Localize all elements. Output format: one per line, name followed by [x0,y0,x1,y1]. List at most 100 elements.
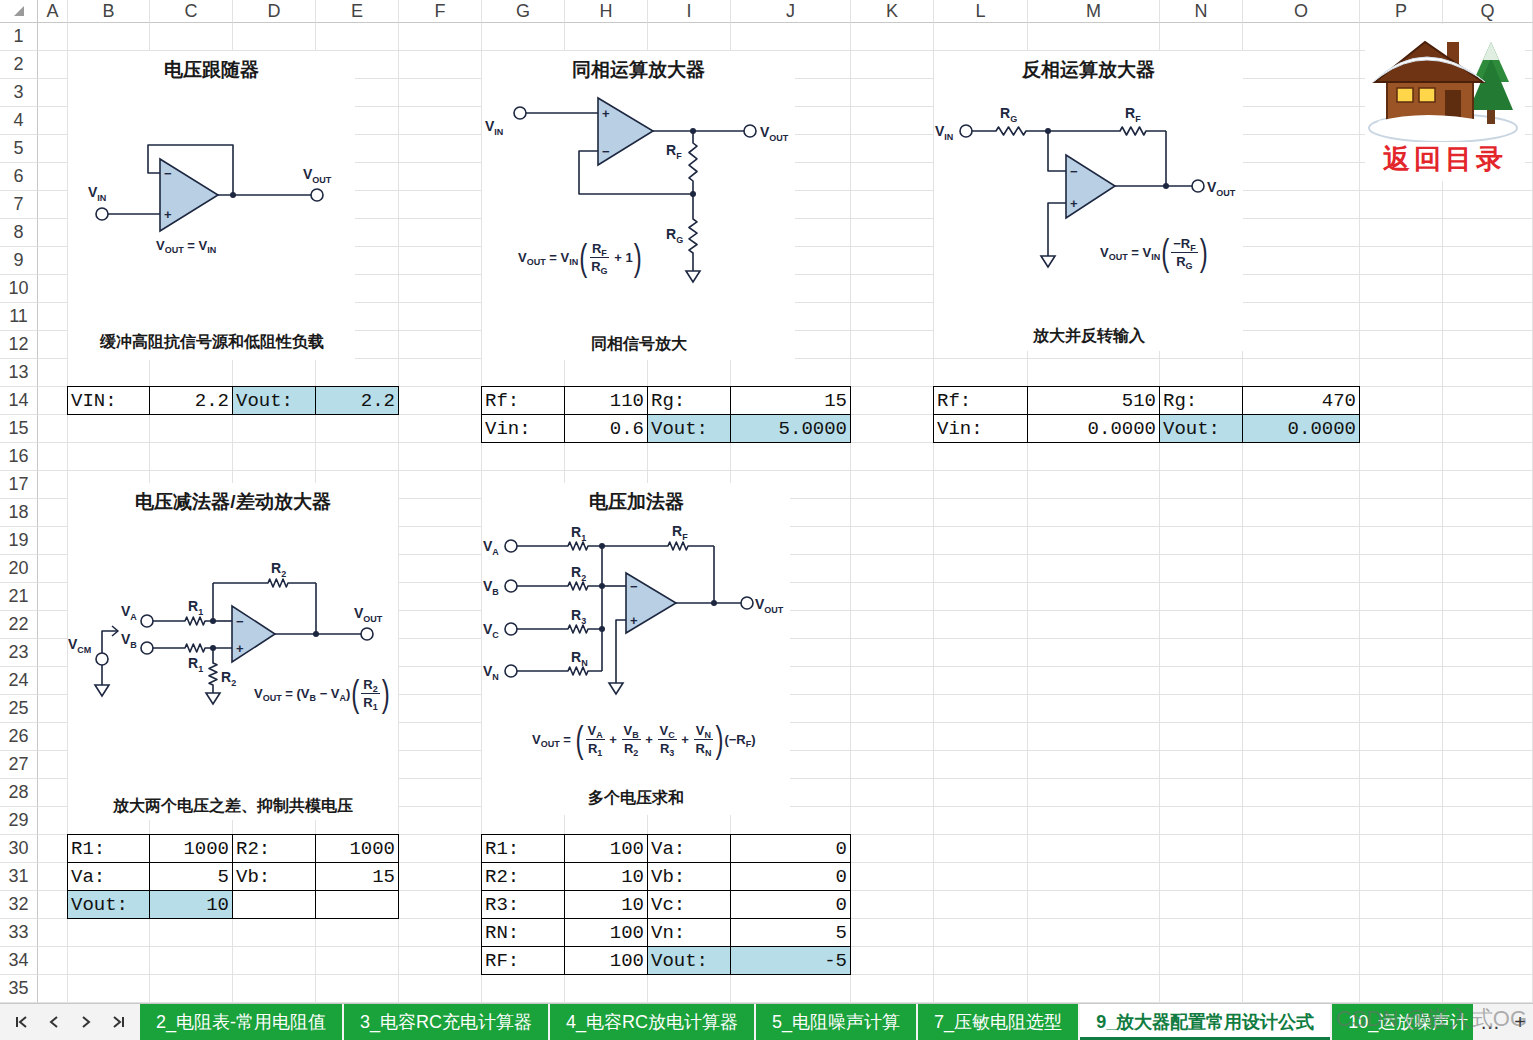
row-header[interactable]: 23 [0,639,38,667]
grid-cell[interactable] [1360,331,1443,359]
grid-cell[interactable] [68,415,150,443]
grid-cell[interactable] [1160,891,1243,919]
grid-cell[interactable] [851,499,934,527]
grid-cell[interactable] [1028,443,1160,471]
row-header[interactable]: 8 [0,219,38,247]
next-sheet-icon[interactable] [78,1014,94,1030]
grid-cell[interactable] [1443,947,1533,975]
grid-cell[interactable] [399,583,482,611]
grid-cell[interactable] [1360,975,1443,1003]
grid-cell[interactable] [851,583,934,611]
grid-cell[interactable] [1443,303,1533,331]
grid-cell[interactable] [1443,527,1533,555]
grid-cell[interactable] [1443,639,1533,667]
grid-cell[interactable] [1360,611,1443,639]
grid-cell[interactable] [38,359,68,387]
data-cell[interactable]: 0 [730,890,851,919]
grid-cell[interactable] [1443,779,1533,807]
row-header[interactable]: 15 [0,415,38,443]
grid-cell[interactable] [68,23,150,51]
sheet-tab[interactable]: 3_电容RC充电计算器 [344,1004,548,1040]
grid-cell[interactable] [1243,891,1360,919]
grid-cell[interactable] [399,807,482,835]
grid-cell[interactable] [1028,695,1160,723]
row-header[interactable]: 13 [0,359,38,387]
grid-cell[interactable] [851,695,934,723]
grid-cell[interactable] [150,443,233,471]
data-cell[interactable]: Va: [67,862,150,891]
grid-cell[interactable] [68,359,150,387]
grid-cell[interactable] [934,919,1028,947]
row-header[interactable]: 26 [0,723,38,751]
grid-cell[interactable] [1443,891,1533,919]
column-header[interactable]: D [233,0,316,23]
grid-cell[interactable] [399,107,482,135]
grid-cell[interactable] [731,443,851,471]
grid-cell[interactable] [1243,779,1360,807]
grid-cell[interactable] [1360,499,1443,527]
grid-cell[interactable] [934,499,1028,527]
sheet-tab[interactable]: 4_电容RC放电计算器 [550,1004,754,1040]
grid-cell[interactable] [399,555,482,583]
grid-cell[interactable] [1160,947,1243,975]
grid-cell[interactable] [1443,275,1533,303]
column-header[interactable]: J [731,0,851,23]
data-cell[interactable]: 100 [564,918,648,947]
grid-cell[interactable] [1443,247,1533,275]
data-cell[interactable]: Vn: [647,918,731,947]
grid-cell[interactable] [1360,471,1443,499]
row-header[interactable]: 19 [0,527,38,555]
column-header[interactable]: O [1243,0,1360,23]
grid-cell[interactable] [38,107,68,135]
grid-cell[interactable] [150,23,233,51]
grid-cell[interactable] [1360,443,1443,471]
grid-cell[interactable] [1243,611,1360,639]
grid-cell[interactable] [1160,611,1243,639]
grid-cell[interactable] [38,919,68,947]
column-header[interactable]: N [1160,0,1243,23]
grid-cell[interactable] [851,191,934,219]
data-cell[interactable]: 10 [564,890,648,919]
grid-cell[interactable] [1243,835,1360,863]
grid-cell[interactable] [399,79,482,107]
data-cell[interactable]: R1: [67,834,150,863]
grid-cell[interactable] [1360,387,1443,415]
data-cell[interactable]: Vin: [933,414,1028,443]
data-cell[interactable]: VIN: [67,386,150,415]
grid-cell[interactable] [565,359,648,387]
grid-cell[interactable] [233,415,316,443]
grid-cell[interactable] [1160,919,1243,947]
grid-cell[interactable] [1443,583,1533,611]
grid-cell[interactable] [1028,499,1160,527]
grid-cell[interactable] [399,947,482,975]
data-cell[interactable]: Rf: [933,386,1028,415]
grid-cell[interactable] [38,415,68,443]
grid-cell[interactable] [1028,863,1160,891]
grid-cell[interactable] [1160,359,1243,387]
grid-cell[interactable] [1243,751,1360,779]
grid-cell[interactable] [934,639,1028,667]
grid-cell[interactable] [399,695,482,723]
grid-cell[interactable] [851,107,934,135]
data-cell[interactable]: Vout: [1159,414,1243,443]
grid-cell[interactable] [1160,527,1243,555]
grid-cell[interactable] [1360,191,1443,219]
grid-cell[interactable] [316,947,399,975]
row-header[interactable]: 4 [0,107,38,135]
grid-cell[interactable] [1443,471,1533,499]
row-header[interactable]: 22 [0,611,38,639]
column-header[interactable]: E [316,0,399,23]
grid-cell[interactable] [1443,835,1533,863]
data-cell[interactable]: 0.6 [564,414,648,443]
grid-cell[interactable] [1028,527,1160,555]
grid-cell[interactable] [1443,611,1533,639]
grid-cell[interactable] [1360,555,1443,583]
grid-cell[interactable] [1243,639,1360,667]
more-sheets-button[interactable]: … [1480,1011,1500,1034]
data-cell[interactable]: Vout: [67,890,150,919]
grid-cell[interactable] [38,807,68,835]
grid-cell[interactable] [38,891,68,919]
grid-cell[interactable] [1160,583,1243,611]
data-cell[interactable]: Rg: [1159,386,1243,415]
data-cell[interactable]: Vb: [647,862,731,891]
